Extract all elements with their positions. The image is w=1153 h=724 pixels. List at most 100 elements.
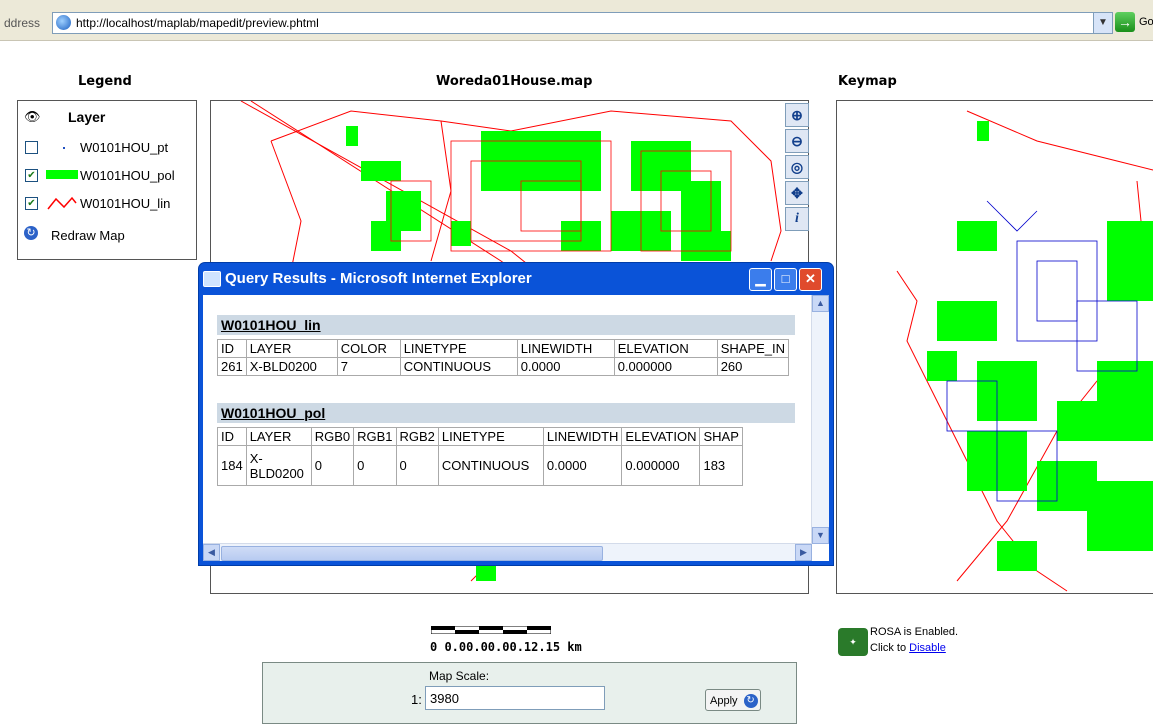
map-scale-label: Map Scale: [429,669,490,683]
point-symbol-icon [63,147,65,149]
table-header: COLOR [336,339,401,358]
layer-checkbox-pol[interactable]: ✔ [25,169,38,182]
go-label: Go [1139,16,1153,28]
keymap-canvas[interactable] [837,101,1153,593]
query-table-lin: ID LAYER COLOR LINETYPE LINEWIDTH ELEVAT… [217,339,790,376]
window-content: W0101HOU_lin ID LAYER COLOR LINETYPE LIN… [203,295,829,561]
table-cell: 184 [217,445,247,486]
scroll-thumb[interactable] [221,546,603,561]
window-title: Query Results - Microsoft Internet Explo… [225,270,532,287]
maximize-button[interactable]: □ [774,268,797,291]
table-cell: X-BLD0200 [245,357,338,376]
table-header: LINEWIDTH [542,427,623,446]
redraw-map-link[interactable]: ↻ Redraw Map [18,225,196,247]
line-symbol-icon [47,196,77,210]
rosa-click-text: Click to [870,642,907,654]
scroll-up-icon[interactable]: ▲ [812,295,829,312]
table-name: W0101HOU_pol [221,405,326,421]
table-cell: 261 [217,357,247,376]
table-header: SHAP [699,427,743,446]
address-label: ddress [4,16,41,30]
scale-bar-graphic [431,626,551,634]
table-header: LINETYPE [437,427,544,446]
table-header: ID [217,427,247,446]
scale-input[interactable] [425,686,605,710]
apply-label: Apply [710,695,738,707]
legend-heading: Legend [78,74,132,89]
legend-panel: 👁 Layer W0101HOU_pt ✔ W0101HOU_pol ✔ W01… [17,100,197,260]
go-button[interactable]: → Go [1115,12,1153,34]
table-cell: 0.000000 [621,445,701,486]
table-header: LAYER [245,427,312,446]
info-icon[interactable]: i [785,207,809,231]
keymap-heading: Keymap [838,74,897,89]
scroll-right-icon[interactable]: ▶ [795,544,812,561]
legend-item-pt: W0101HOU_pt [18,137,196,159]
rosa-status-text: ROSA is Enabled. [870,626,959,638]
table-title-pol: W0101HOU_pol [217,403,795,423]
table-cell: CONTINUOUS [399,357,518,376]
table-cell: 0 [353,445,397,486]
table-cell: 260 [716,357,790,376]
redraw-label: Redraw Map [51,228,125,243]
legend-item-lin: ✔ W0101HOU_lin [18,193,196,215]
ie-page-icon [56,15,71,30]
address-bar: ddress http://localhost/maplab/mapedit/p… [0,0,1153,41]
rosa-click-line: Click to Disable [870,642,946,654]
pan-icon[interactable]: ✥ [785,181,809,205]
table-header: LINEWIDTH [516,339,615,358]
horizontal-scrollbar[interactable]: ◀ ▶ [203,543,812,561]
zoom-in-icon[interactable]: ⊕ [785,103,809,127]
legend-label: W0101HOU_lin [80,196,171,211]
rosa-icon: ✦ [838,628,868,656]
legend-layer-header: Layer [68,109,106,125]
table-header: RGB0 [310,427,355,446]
table-header: RGB1 [353,427,397,446]
chevron-down-icon[interactable]: ▼ [1093,12,1113,34]
table-cell: 7 [336,357,401,376]
table-row: 184 X-BLD0200 0 0 0 CONTINUOUS 0.0000 0.… [217,445,743,486]
table-cell: 0.0000 [516,357,615,376]
table-cell: X-BLD0200 [245,445,312,486]
close-button[interactable]: ✕ [799,268,822,291]
table-name: W0101HOU_lin [221,317,321,333]
vertical-scrollbar[interactable]: ▲ ▼ [811,295,829,544]
eye-icon: 👁 [24,109,41,124]
query-table-pol: ID LAYER RGB0 RGB1 RGB2 LINETYPE LINEWID… [217,427,743,486]
table-row: 261 X-BLD0200 7 CONTINUOUS 0.0000 0.0000… [217,357,790,376]
table-cell: 0 [310,445,355,486]
scroll-left-icon[interactable]: ◀ [203,544,220,561]
minimize-button[interactable]: ▁ [749,268,772,291]
url-text: http://localhost/maplab/mapedit/preview.… [76,16,319,30]
table-header: ID [217,339,247,358]
table-header: RGB2 [395,427,439,446]
go-arrow-icon: → [1115,12,1135,32]
table-cell: 183 [699,445,743,486]
table-header: SHAPE_IN [716,339,790,358]
table-cell: 0.000000 [613,357,718,376]
map-heading: Woreda01House.map [436,74,593,89]
legend-label: W0101HOU_pt [80,140,169,155]
polygon-symbol-icon [46,170,78,179]
table-header: LAYER [245,339,338,358]
table-header: LINETYPE [399,339,518,358]
apply-button[interactable]: Apply ↻ [705,689,761,711]
table-cell: 0 [395,445,439,486]
zoom-extent-icon[interactable]: ◎ [785,155,809,179]
ie-window-icon [203,271,221,287]
disable-rosa-link[interactable]: Disable [909,642,946,654]
url-field[interactable]: http://localhost/maplab/mapedit/preview.… [52,12,1094,34]
query-results-window: Query Results - Microsoft Internet Explo… [199,263,833,565]
scroll-down-icon[interactable]: ▼ [812,527,829,544]
table-header: ELEVATION [613,339,718,358]
refresh-icon: ↻ [24,226,38,240]
zoom-out-icon[interactable]: ⊖ [785,129,809,153]
keymap-view[interactable] [836,100,1153,594]
layer-checkbox-pt[interactable] [25,141,38,154]
map-scale-panel: Map Scale: 1: Apply ↻ [262,662,797,724]
table-cell: 0.0000 [542,445,623,486]
table-title-lin: W0101HOU_lin [217,315,795,335]
layer-checkbox-lin[interactable]: ✔ [25,197,38,210]
scale-prefix: 1: [411,692,422,707]
legend-label: W0101HOU_pol [80,168,175,183]
